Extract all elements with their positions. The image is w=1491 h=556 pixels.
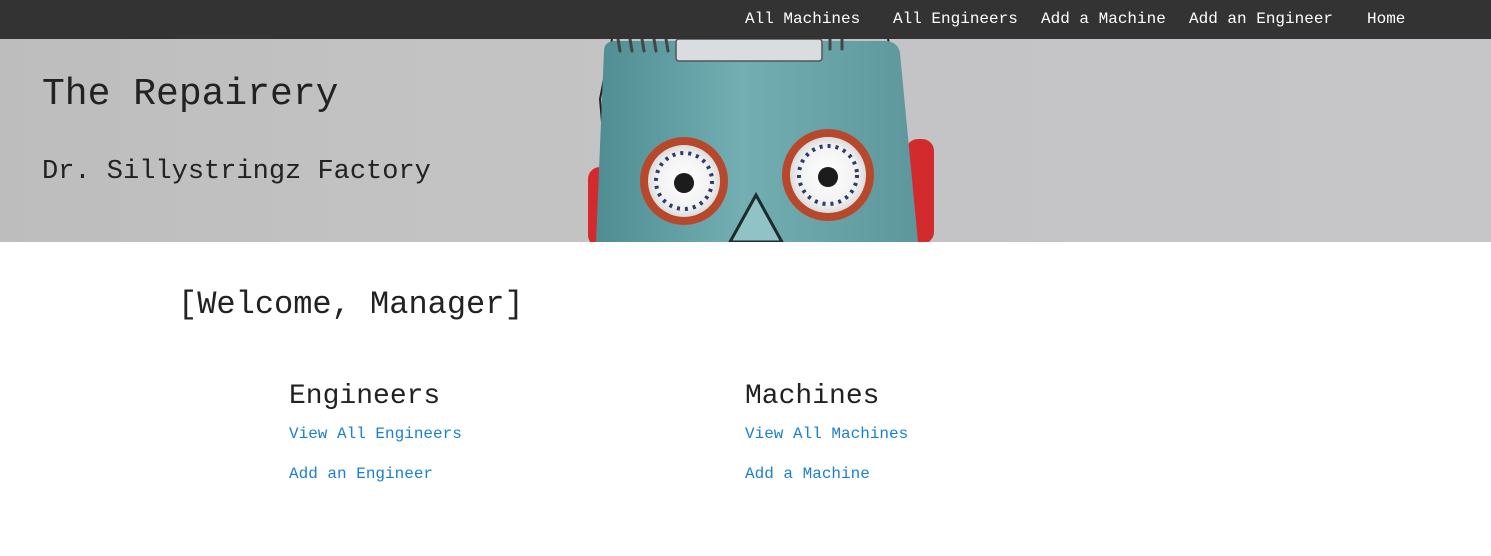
toy-robot-image — [588, 39, 934, 242]
view-all-engineers-link[interactable]: View All Engineers — [289, 425, 462, 443]
hero-banner: The Repairery Dr. Sillystringz Factory — [0, 39, 1491, 242]
nav-link-all-engineers[interactable]: All Engineers — [893, 10, 1018, 28]
engineers-section: Engineers View All Engineers Add an Engi… — [289, 380, 462, 483]
welcome-heading: [Welcome, Manager] — [178, 286, 524, 323]
view-all-machines-link[interactable]: View All Machines — [745, 425, 908, 443]
add-machine-link[interactable]: Add a Machine — [745, 465, 870, 483]
nav-link-add-engineer[interactable]: Add an Engineer — [1189, 10, 1333, 28]
machines-heading: Machines — [745, 381, 880, 412]
machines-section: Machines View All Machines Add a Machine — [745, 380, 908, 483]
nav-link-add-machine[interactable]: Add a Machine — [1041, 10, 1166, 28]
site-subtitle: Dr. Sillystringz Factory — [42, 157, 431, 187]
add-engineer-link[interactable]: Add an Engineer — [289, 465, 433, 483]
top-navigation: All Machines All Engineers Add a Machine… — [0, 0, 1491, 39]
engineers-heading: Engineers — [289, 381, 441, 412]
site-title: The Repairery — [42, 73, 339, 116]
nav-link-home[interactable]: Home — [1367, 10, 1405, 28]
nav-link-all-machines[interactable]: All Machines — [745, 10, 860, 28]
